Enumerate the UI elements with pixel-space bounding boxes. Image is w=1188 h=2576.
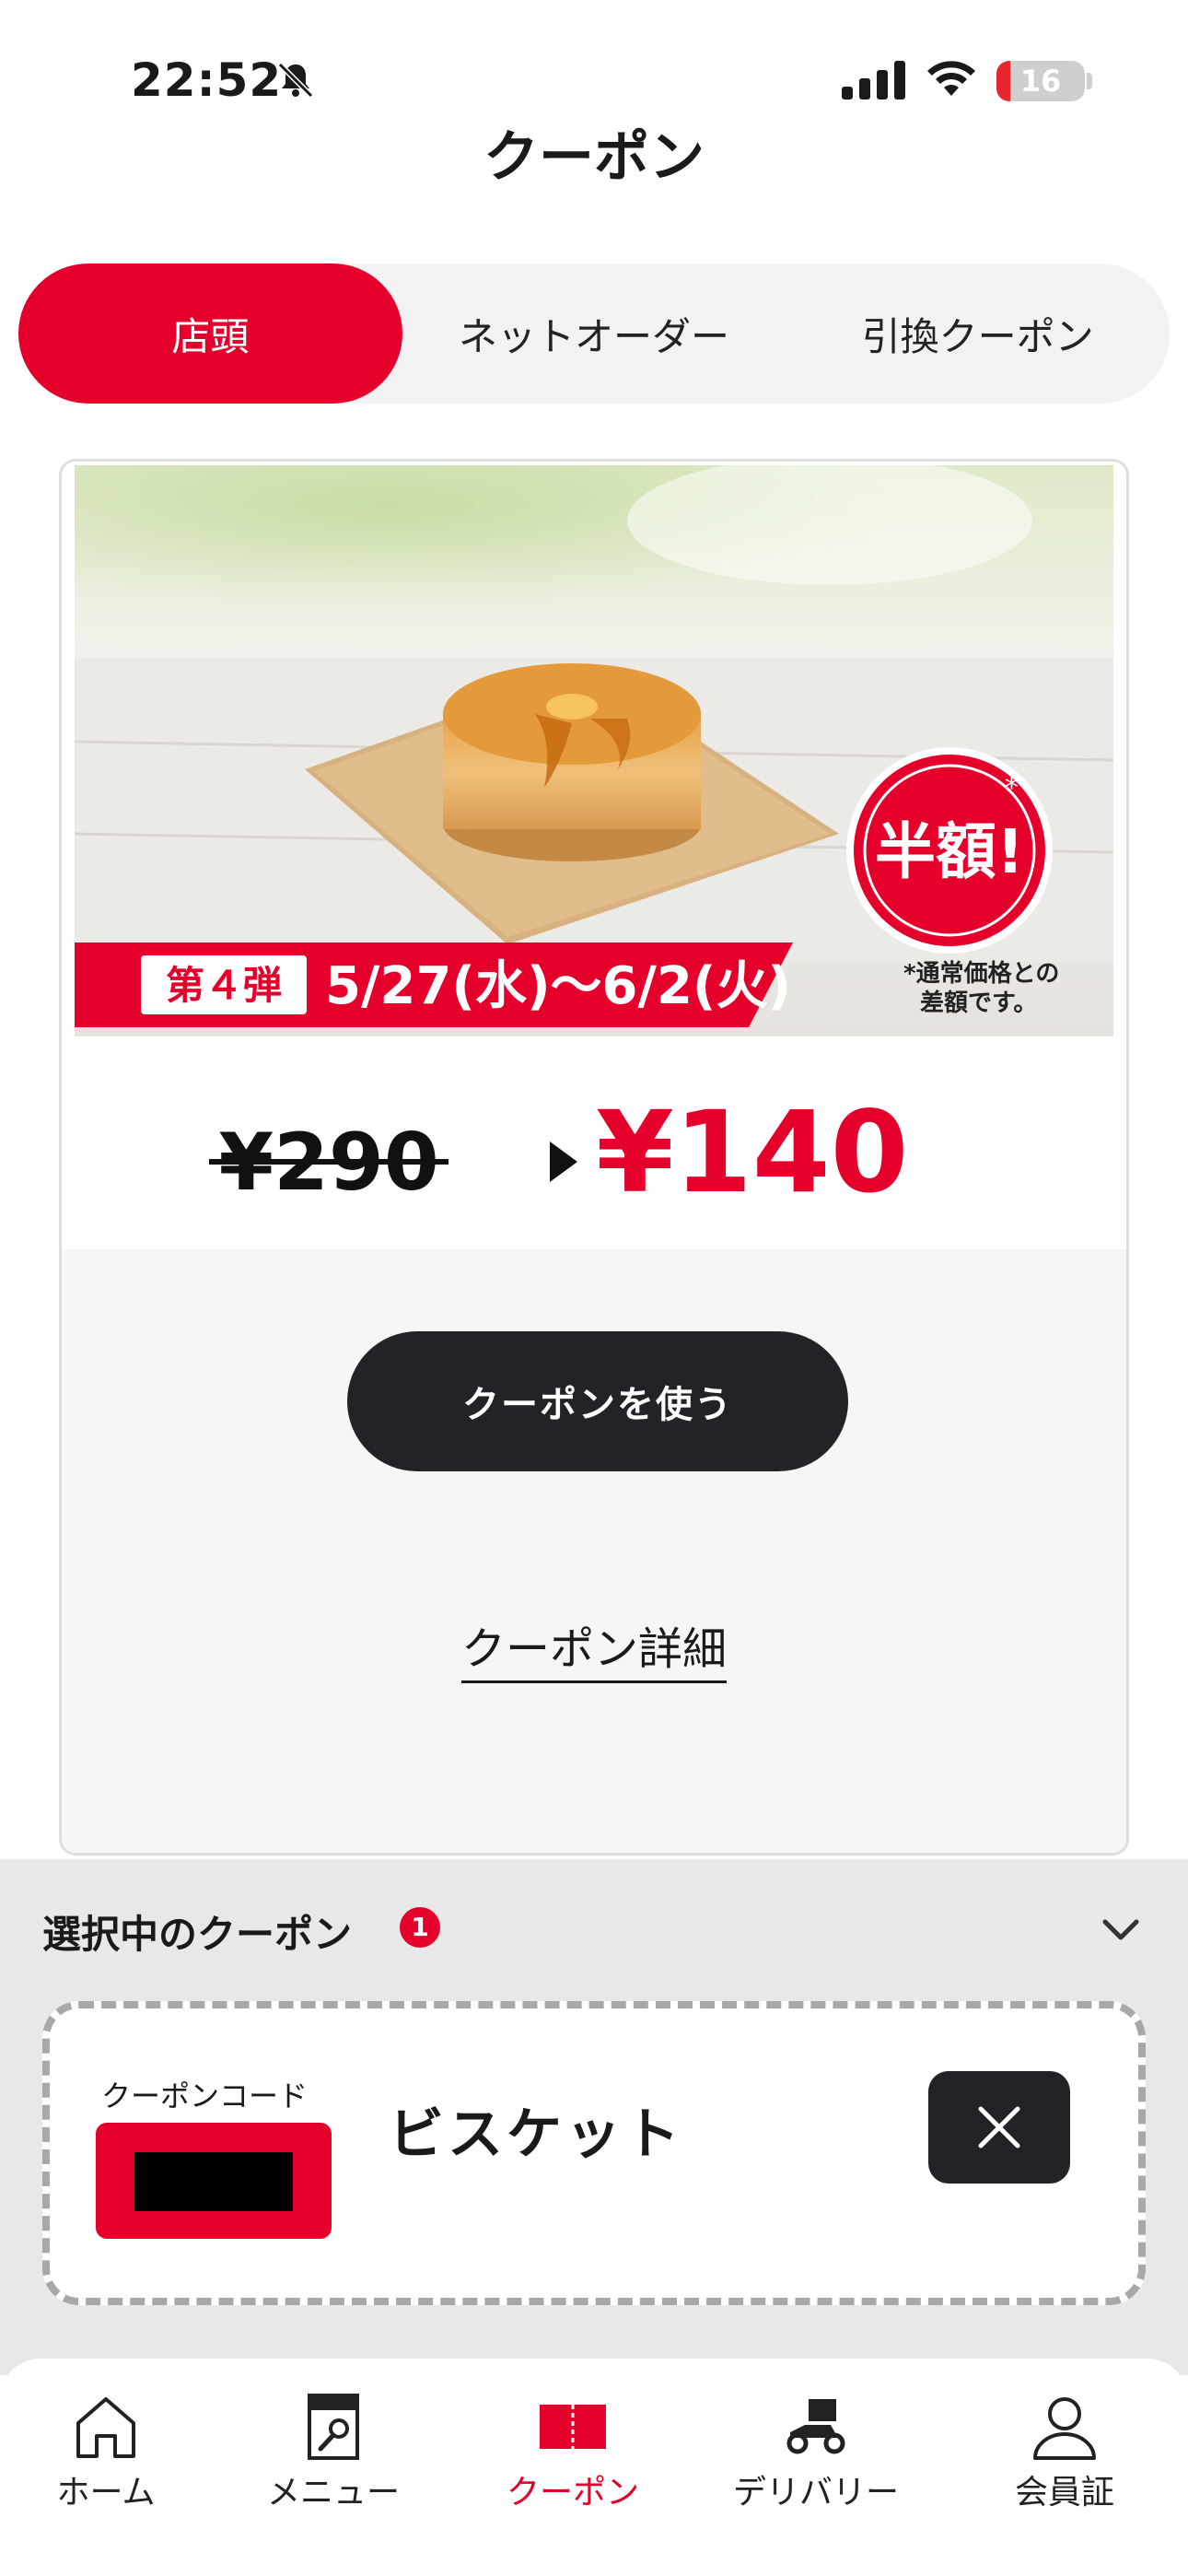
biscuit-photo: 第４弾 5/27(水)〜6/2(火) 半額! * *通常価格との 差額です。	[75, 465, 1113, 1036]
coupon-code-redacted	[134, 2152, 293, 2211]
use-coupon-button[interactable]: クーポンを使う	[347, 1331, 848, 1471]
bell-muted-icon	[277, 62, 314, 99]
nav-delivery[interactable]: デリバリー	[691, 2359, 941, 2543]
nav-coupon-label: クーポン	[506, 2474, 639, 2512]
coupon-type-tabs: 店頭 ネットオーダー 引換クーポン	[18, 263, 1170, 404]
coupon-detail-link-wrap: クーポン詳細	[62, 1612, 1126, 1683]
person-icon	[1033, 2397, 1096, 2460]
close-icon	[978, 2106, 1020, 2149]
coupon-detail-link[interactable]: クーポン詳細	[460, 1623, 727, 1683]
nav-home[interactable]: ホーム	[0, 2359, 212, 2543]
menu-book-icon	[308, 2394, 359, 2460]
nav-membership-label: 会員証	[1014, 2474, 1114, 2512]
selected-coupon-item: クーポンコード ビスケット	[42, 2001, 1146, 2305]
half-price-mark: *	[1005, 772, 1019, 804]
battery-tip	[1087, 73, 1092, 89]
chevron-down-icon[interactable]	[1100, 1916, 1142, 1944]
selected-coupon-panel: 選択中のクーポン 1 クーポンコード ビスケット	[0, 1859, 1188, 2375]
price-note-line2: 差額です。	[920, 989, 1037, 1017]
cellular-signal-icon	[842, 61, 905, 100]
nav-menu[interactable]: メニュー	[212, 2359, 455, 2543]
tab-net-order[interactable]: ネットオーダー	[402, 263, 786, 404]
selected-coupon-title: 選択中のクーポン	[42, 1912, 353, 1957]
price-note-line1: *通常価格との	[903, 959, 1059, 988]
price-row: ¥290 ¥140	[209, 1087, 909, 1218]
tab-exchange-coupon[interactable]: 引換クーポン	[786, 263, 1170, 404]
coupon-image: 第４弾 5/27(水)〜6/2(火) 半額! * *通常価格との 差額です。 ¥…	[62, 462, 1126, 1249]
banner-period: 5/27(水)〜6/2(火)	[325, 956, 791, 1016]
ticket-icon	[540, 2405, 606, 2449]
banner-round-label: 第４弾	[166, 963, 282, 1008]
half-price-badge: 半額!	[875, 816, 1024, 887]
tab-in-store[interactable]: 店頭	[18, 263, 402, 404]
coupon-card[interactable]: 第４弾 5/27(水)〜6/2(火) 半額! * *通常価格との 差額です。 ¥…	[59, 459, 1129, 1856]
nav-membership[interactable]: 会員証	[941, 2359, 1188, 2543]
battery-percent: 16	[1019, 64, 1062, 99]
coupon-code-label: クーポンコード	[101, 2078, 309, 2113]
selected-coupon-name: ビスケット	[389, 2102, 683, 2167]
delivery-scooter-icon	[786, 2399, 845, 2454]
coupon-code-box	[96, 2123, 332, 2239]
remove-coupon-button[interactable]	[928, 2071, 1070, 2184]
selected-count-badge: 1	[400, 1907, 440, 1948]
nav-home-label: ホーム	[56, 2474, 156, 2512]
bottom-navigation: ホーム メニュー クーポン デリバリー 会員証	[0, 2359, 1188, 2576]
status-time: 22:52	[131, 53, 283, 107]
battery-indicator: 16	[996, 61, 1085, 101]
nav-menu-label: メニュー	[266, 2474, 400, 2512]
page-title: クーポン	[483, 125, 705, 190]
nav-coupon[interactable]: クーポン	[455, 2359, 691, 2543]
status-bar: 22:52 16	[0, 0, 1188, 120]
home-icon	[76, 2397, 135, 2458]
wifi-icon	[927, 61, 975, 96]
sale-price: ¥140	[596, 1087, 909, 1218]
nav-delivery-label: デリバリー	[732, 2474, 899, 2512]
